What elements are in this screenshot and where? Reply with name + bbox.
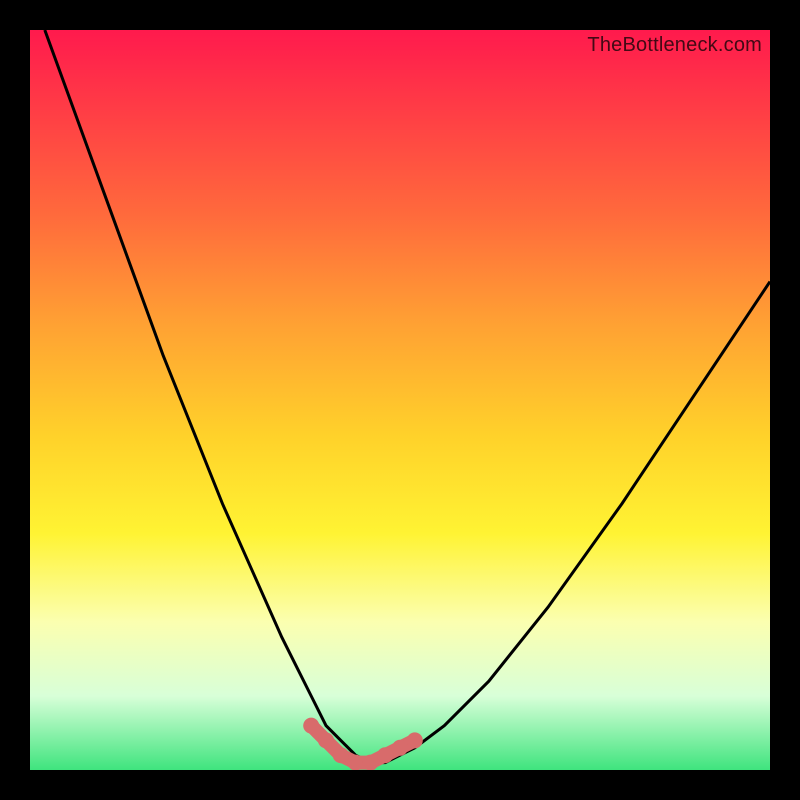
- accent-marker-dot: [303, 718, 319, 734]
- accent-marker-dot: [333, 747, 349, 763]
- accent-marker-dot: [348, 755, 364, 770]
- chart-svg: [30, 30, 770, 770]
- accent-marker-dot: [392, 740, 408, 756]
- accent-marker-dot: [362, 755, 378, 770]
- plot-area: TheBottleneck.com: [30, 30, 770, 770]
- accent-marker-dot: [318, 732, 334, 748]
- accent-marker-dot: [407, 732, 423, 748]
- accent-markers: [303, 718, 423, 770]
- bottleneck-curve-path: [45, 30, 770, 763]
- outer-frame: TheBottleneck.com: [0, 0, 800, 800]
- accent-marker-dot: [377, 747, 393, 763]
